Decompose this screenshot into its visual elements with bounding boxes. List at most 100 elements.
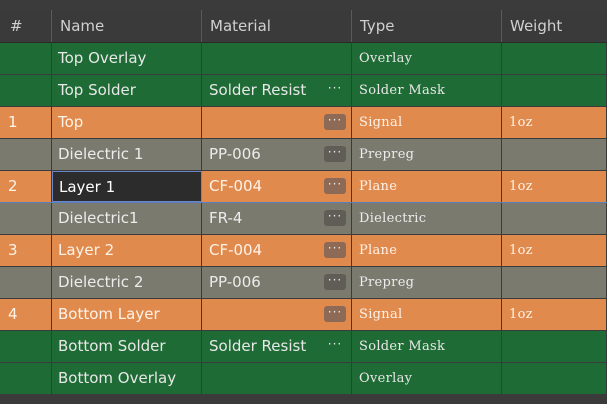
layer-name-cell-text: Dielectric1 — [58, 209, 139, 227]
material-browse-button[interactable]: ··· — [324, 274, 346, 290]
layer-name-cell-text: Bottom Overlay — [58, 369, 177, 387]
layer-name-cell[interactable]: Top Solder — [52, 75, 202, 106]
layer-number-cell[interactable]: 4 — [0, 299, 52, 330]
table-row[interactable]: Dielectric 2 PP-006 ··· Prepreg — [0, 267, 607, 299]
table-row[interactable]: Top Solder Solder Resist ··· Solder Mask — [0, 75, 607, 107]
layer-number-cell-text: 1 — [8, 113, 18, 131]
layer-weight-cell[interactable] — [502, 75, 607, 106]
layer-type-cell-text: Signal — [359, 115, 403, 130]
layer-number-cell[interactable] — [0, 363, 52, 394]
layer-number-cell[interactable] — [0, 139, 52, 170]
material-browse-button[interactable]: ··· — [324, 306, 346, 322]
material-browse-button[interactable]: ··· — [324, 210, 346, 226]
layer-material-cell[interactable]: FR-4 ··· — [202, 203, 352, 234]
table-row[interactable]: Top Overlay Overlay — [0, 43, 607, 75]
layer-weight-cell[interactable]: 1oz — [502, 171, 607, 202]
layer-material-cell-text: PP-006 — [209, 145, 261, 163]
layer-name-cell[interactable]: Layer 1 — [52, 171, 202, 202]
layer-material-cell[interactable]: CF-004 ··· — [202, 171, 352, 202]
layer-number-cell[interactable]: 3 — [0, 235, 52, 266]
material-browse-button[interactable]: ··· — [324, 338, 346, 354]
layer-weight-cell[interactable] — [502, 203, 607, 234]
layer-type-cell[interactable]: Overlay — [352, 43, 502, 74]
layer-material-cell[interactable]: PP-006 ··· — [202, 267, 352, 298]
column-header-material[interactable]: Material — [202, 10, 352, 42]
layer-number-cell[interactable] — [0, 203, 52, 234]
layer-type-cell[interactable]: Prepreg — [352, 139, 502, 170]
layer-number-cell[interactable] — [0, 43, 52, 74]
layer-weight-cell[interactable] — [502, 267, 607, 298]
layer-number-cell[interactable] — [0, 267, 52, 298]
layer-material-cell[interactable]: ··· — [202, 107, 352, 138]
layer-type-cell[interactable]: Overlay — [352, 363, 502, 394]
layer-type-cell[interactable]: Prepreg — [352, 267, 502, 298]
layer-material-cell[interactable] — [202, 43, 352, 74]
layer-weight-cell[interactable]: 1oz — [502, 235, 607, 266]
layer-type-cell[interactable]: Solder Mask — [352, 331, 502, 362]
layer-name-cell[interactable]: Bottom Solder — [52, 331, 202, 362]
layer-material-cell[interactable]: Solder Resist ··· — [202, 331, 352, 362]
layer-weight-cell[interactable] — [502, 43, 607, 74]
layer-name-cell-text: Layer 1 — [59, 178, 116, 196]
layer-weight-cell[interactable]: 1oz — [502, 299, 607, 330]
layer-type-cell-text: Solder Mask — [359, 339, 446, 354]
column-header-weight[interactable]: Weight — [502, 10, 607, 42]
layer-number-cell[interactable] — [0, 75, 52, 106]
layer-name-cell-text: Layer 2 — [58, 241, 115, 259]
layer-name-cell[interactable]: Bottom Layer — [52, 299, 202, 330]
column-header-type[interactable]: Type — [352, 10, 502, 42]
table-row[interactable]: Dielectric 1 PP-006 ··· Prepreg — [0, 139, 607, 171]
layer-material-cell[interactable]: CF-004 ··· — [202, 235, 352, 266]
layer-weight-cell[interactable] — [502, 139, 607, 170]
layer-name-cell[interactable]: Dielectric 1 — [52, 139, 202, 170]
layer-name-cell-text: Bottom Solder — [58, 337, 166, 355]
layer-number-cell[interactable] — [0, 331, 52, 362]
layer-type-cell-text: Signal — [359, 307, 403, 322]
layer-name-cell[interactable]: Dielectric 2 — [52, 267, 202, 298]
layer-material-cell[interactable]: ··· — [202, 299, 352, 330]
layer-stack-table: # Name Material Type Weight Top Overlay O… — [0, 10, 607, 395]
layer-type-cell[interactable]: Signal — [352, 299, 502, 330]
table-row[interactable]: 1 Top ··· Signal 1oz — [0, 107, 607, 139]
material-browse-button[interactable]: ··· — [324, 178, 346, 194]
layer-number-cell[interactable]: 1 — [0, 107, 52, 138]
layer-weight-cell[interactable] — [502, 331, 607, 362]
layer-type-cell-text: Overlay — [359, 371, 413, 386]
table-row[interactable]: 2 Layer 1 CF-004 ··· Plane 1oz — [0, 171, 607, 203]
column-header-name[interactable]: Name — [52, 10, 202, 42]
layer-weight-cell[interactable] — [502, 363, 607, 394]
layer-type-cell[interactable]: Plane — [352, 171, 502, 202]
layer-type-cell-text: Dielectric — [359, 211, 427, 226]
material-browse-button[interactable]: ··· — [324, 146, 346, 162]
layer-name-cell[interactable]: Layer 2 — [52, 235, 202, 266]
table-row[interactable]: 4 Bottom Layer ··· Signal 1oz — [0, 299, 607, 331]
material-browse-button[interactable]: ··· — [324, 82, 346, 98]
layer-name-cell[interactable]: Dielectric1 — [52, 203, 202, 234]
layer-number-cell-text: 2 — [8, 177, 18, 195]
layer-number-cell-text: 3 — [8, 241, 18, 259]
layer-type-cell[interactable]: Signal — [352, 107, 502, 138]
layer-name-cell[interactable]: Bottom Overlay — [52, 363, 202, 394]
layer-type-cell[interactable]: Dielectric — [352, 203, 502, 234]
layer-name-cell[interactable]: Top — [52, 107, 202, 138]
layer-material-cell[interactable]: PP-006 ··· — [202, 139, 352, 170]
layer-number-cell[interactable]: 2 — [0, 171, 52, 202]
layer-material-cell[interactable] — [202, 363, 352, 394]
layer-type-cell[interactable]: Solder Mask — [352, 75, 502, 106]
material-browse-button[interactable]: ··· — [324, 242, 346, 258]
layer-weight-cell[interactable]: 1oz — [502, 107, 607, 138]
layer-type-cell[interactable]: Plane — [352, 235, 502, 266]
layer-number-cell-text: 4 — [8, 305, 18, 323]
layer-material-cell[interactable]: Solder Resist ··· — [202, 75, 352, 106]
layer-name-cell-text: Top Solder — [58, 81, 136, 99]
table-row[interactable]: Bottom Solder Solder Resist ··· Solder Mask — [0, 331, 607, 363]
layer-name-cell-text: Dielectric 2 — [58, 273, 144, 291]
layer-name-cell-text: Top — [58, 113, 84, 131]
table-row[interactable]: Dielectric1 FR-4 ··· Dielectric — [0, 203, 607, 235]
column-header-number[interactable]: # — [0, 10, 52, 42]
table-row[interactable]: 3 Layer 2 CF-004 ··· Plane 1oz — [0, 235, 607, 267]
table-row[interactable]: Bottom Overlay Overlay — [0, 363, 607, 395]
material-browse-button[interactable]: ··· — [324, 114, 346, 130]
layer-name-cell[interactable]: Top Overlay — [52, 43, 202, 74]
layer-material-cell-text: CF-004 — [209, 177, 263, 195]
